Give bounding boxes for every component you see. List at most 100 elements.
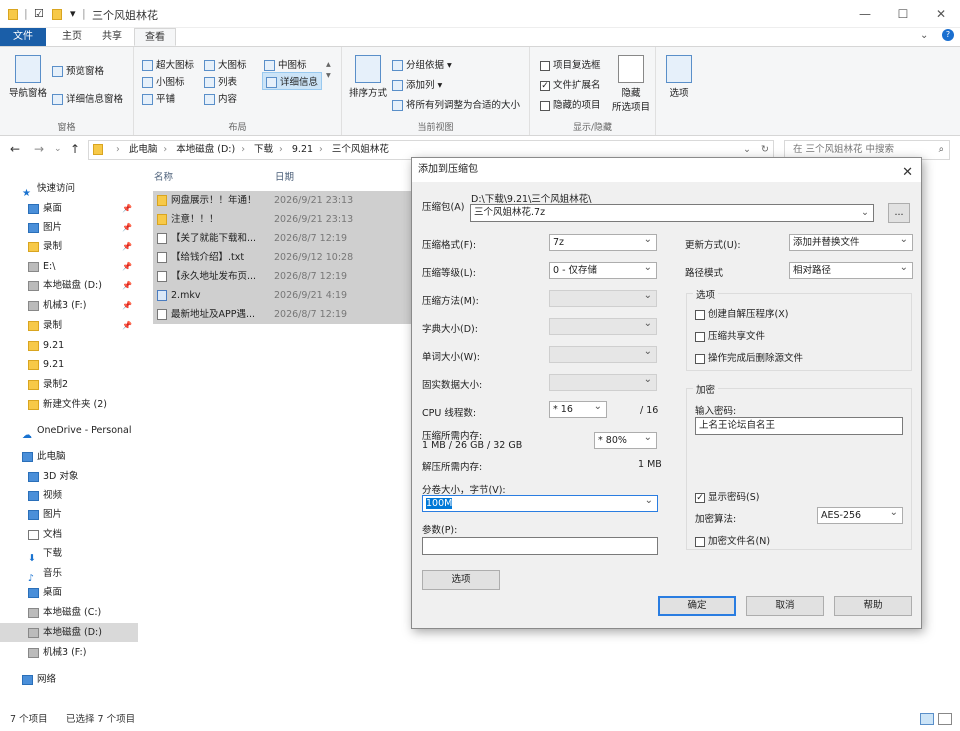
mem-percent-select[interactable]: * 80% xyxy=(594,432,657,449)
nav-item-desktop[interactable]: 桌面 📌 xyxy=(0,199,138,218)
split-size-select[interactable]: 100M xyxy=(422,495,658,512)
file-row[interactable]: 【给钱介绍】.txt 2026/9/12 10:28 xyxy=(153,248,411,267)
nav-item-pictures[interactable]: 图片 📌 xyxy=(0,218,138,237)
tab-view[interactable]: 查看 xyxy=(134,28,176,46)
tab-share[interactable]: 共享 xyxy=(92,28,132,46)
shared-files-checkbox[interactable]: 压缩共享文件 xyxy=(695,328,765,342)
layout-content[interactable]: 内容 xyxy=(204,91,237,105)
nav-item-drive-c[interactable]: 本地磁盘 (C:) xyxy=(0,603,138,622)
nav-item-this-pc[interactable]: 此电脑 xyxy=(0,447,138,466)
file-row[interactable]: 【永久地址发布页... 2026/8/7 12:19 xyxy=(153,267,411,286)
nav-item-921-b[interactable]: 9.21 xyxy=(0,355,138,374)
cpu-select[interactable]: * 16 xyxy=(549,401,607,418)
details-view-icon[interactable] xyxy=(920,713,934,725)
column-header-name[interactable]: 名称 xyxy=(154,169,173,183)
update-mode-select[interactable]: 添加并替换文件 xyxy=(789,234,913,251)
group-by-button[interactable]: 分组依据 ▾ xyxy=(392,57,452,71)
up-icon[interactable]: ↑ xyxy=(70,142,80,156)
options-button[interactable]: 选项 xyxy=(664,55,694,99)
nav-item-videos[interactable]: 视频 xyxy=(0,486,138,505)
nav-item-new-folder[interactable]: 新建文件夹 (2) xyxy=(0,395,138,414)
params-input[interactable] xyxy=(422,537,658,555)
layout-large-icons[interactable]: 大图标 xyxy=(204,57,247,71)
preview-pane-button[interactable]: 预览窗格 xyxy=(52,63,104,77)
nav-item-recording-3[interactable]: 录制2 xyxy=(0,375,138,394)
browse-button[interactable]: ... xyxy=(888,203,910,223)
options-button[interactable]: 选项 xyxy=(422,570,500,590)
close-button[interactable]: ✕ xyxy=(926,4,956,24)
archive-name-input[interactable]: 三个风姐林花.7z ⌄ xyxy=(470,204,874,222)
nav-item-music[interactable]: ♪ 音乐 xyxy=(0,564,138,584)
layout-medium-icons[interactable]: 中图标 xyxy=(264,57,307,71)
nav-item-documents[interactable]: 文档 xyxy=(0,525,138,544)
help-button[interactable]: 帮助 xyxy=(834,596,912,616)
nav-pane-button[interactable]: 导航窗格 xyxy=(6,55,50,99)
nav-item-downloads[interactable]: ⬇ 下载 xyxy=(0,544,138,564)
crumb-drive-d[interactable]: 本地磁盘 (D:) xyxy=(176,144,235,155)
hidden-items-toggle[interactable]: 隐藏的项目 xyxy=(540,97,601,111)
quick-access-dropdown-icon[interactable]: ▾ xyxy=(70,7,76,20)
ok-button[interactable]: 确定 xyxy=(658,596,736,616)
file-row[interactable]: 【关了就能下载和... 2026/8/7 12:19 xyxy=(153,229,411,248)
forward-icon[interactable]: → xyxy=(34,142,44,156)
nav-item-drive-f-pinned[interactable]: 机械3 (F:) 📌 xyxy=(0,296,138,315)
file-row[interactable]: 网盘展示！！年通！ 2026/9/21 23:13 xyxy=(153,191,411,210)
level-select[interactable]: 0 - 仅存储 xyxy=(549,262,657,279)
path-mode-select[interactable]: 相对路径 xyxy=(789,262,913,279)
nav-item-quick-access[interactable]: ★ 快速访问 xyxy=(0,179,138,199)
item-checkboxes-toggle[interactable]: 项目复选框 xyxy=(540,57,601,71)
nav-item-drive-e[interactable]: E:\ 📌 xyxy=(0,257,138,276)
file-extensions-toggle[interactable]: ✓ 文件扩展名 xyxy=(540,77,601,91)
file-row[interactable]: 注意！！！ 2026/9/21 23:13 xyxy=(153,210,411,229)
sfx-checkbox[interactable]: 创建自解压程序(X) xyxy=(695,306,788,320)
nav-item-recording[interactable]: 录制 📌 xyxy=(0,237,138,256)
minimize-button[interactable]: — xyxy=(850,4,880,24)
maximize-button[interactable]: ☐ xyxy=(888,4,918,24)
nav-item-pictures-pc[interactable]: 图片 xyxy=(0,505,138,524)
show-password-checkbox[interactable]: ✓ 显示密码(S) xyxy=(695,489,759,503)
dialog-close-button[interactable]: ✕ xyxy=(902,161,913,185)
help-icon[interactable]: ? xyxy=(942,29,954,41)
nav-item-921-a[interactable]: 9.21 xyxy=(0,336,138,355)
layout-tiles[interactable]: 平铺 xyxy=(142,91,175,105)
chevron-down-icon[interactable]: ⌄ xyxy=(861,205,869,221)
layout-xl-icons[interactable]: 超大图标 xyxy=(142,57,194,71)
tab-file[interactable]: 文件 xyxy=(0,28,46,46)
nav-item-recording-2[interactable]: 录制 📌 xyxy=(0,316,138,335)
layout-details[interactable]: 详细信息 xyxy=(262,72,323,90)
tab-home[interactable]: 主页 xyxy=(52,28,92,46)
nav-item-3d-objects[interactable]: 3D 对象 xyxy=(0,467,138,486)
nav-item-drive-d[interactable]: 本地磁盘 (D:) xyxy=(0,623,138,642)
nav-item-drive-d-pinned[interactable]: 本地磁盘 (D:) 📌 xyxy=(0,276,138,295)
file-row[interactable]: 最新地址及APP遇... 2026/8/7 12:19 xyxy=(153,305,411,324)
crumb-this-pc[interactable]: 此电脑 xyxy=(129,144,158,155)
fit-columns-button[interactable]: 将所有列调整为合适的大小 xyxy=(392,97,520,111)
new-folder-icon[interactable] xyxy=(52,7,66,20)
nav-item-network[interactable]: 网络 xyxy=(0,670,138,689)
encrypt-names-checkbox[interactable]: 加密文件名(N) xyxy=(695,533,770,547)
layout-list[interactable]: 列表 xyxy=(204,74,237,88)
crumb-921[interactable]: 9.21 xyxy=(292,144,313,155)
sort-button[interactable]: 排序方式 xyxy=(348,55,388,99)
nav-item-onedrive[interactable]: ☁ OneDrive - Personal xyxy=(0,421,138,441)
file-row[interactable]: 2.mkv 2026/9/21 4:19 xyxy=(153,286,411,305)
crumb-current[interactable]: 三个风姐林花 xyxy=(332,144,389,155)
format-select[interactable]: 7z xyxy=(549,234,657,251)
details-pane-button[interactable]: 详细信息窗格 xyxy=(52,91,123,105)
large-icons-view-icon[interactable] xyxy=(938,713,952,725)
delete-after-checkbox[interactable]: 操作完成后删除源文件 xyxy=(695,350,803,364)
back-icon[interactable]: ← xyxy=(10,142,20,156)
nav-item-drive-f[interactable]: 机械3 (F:) xyxy=(0,643,138,662)
password-input[interactable]: 上名王论坛自名王 xyxy=(695,417,903,435)
layout-small-icons[interactable]: 小图标 xyxy=(142,74,185,88)
crumb-download[interactable]: 下载 xyxy=(254,144,273,155)
nav-item-desktop-pc[interactable]: 桌面 xyxy=(0,583,138,602)
column-header-date[interactable]: 日期 xyxy=(275,169,294,183)
cancel-button[interactable]: 取消 xyxy=(746,596,824,616)
enc-method-select[interactable]: AES-256 xyxy=(817,507,903,524)
properties-icon[interactable]: ☑ xyxy=(34,7,44,20)
layout-scroll-icon[interactable]: ▴ ▾ xyxy=(326,59,331,81)
chevron-down-icon[interactable]: ⌄ xyxy=(920,30,928,41)
hide-selected-button[interactable]: 隐藏 所选项目 xyxy=(610,55,652,113)
recent-dropdown-icon[interactable]: ⌄ xyxy=(54,144,62,154)
